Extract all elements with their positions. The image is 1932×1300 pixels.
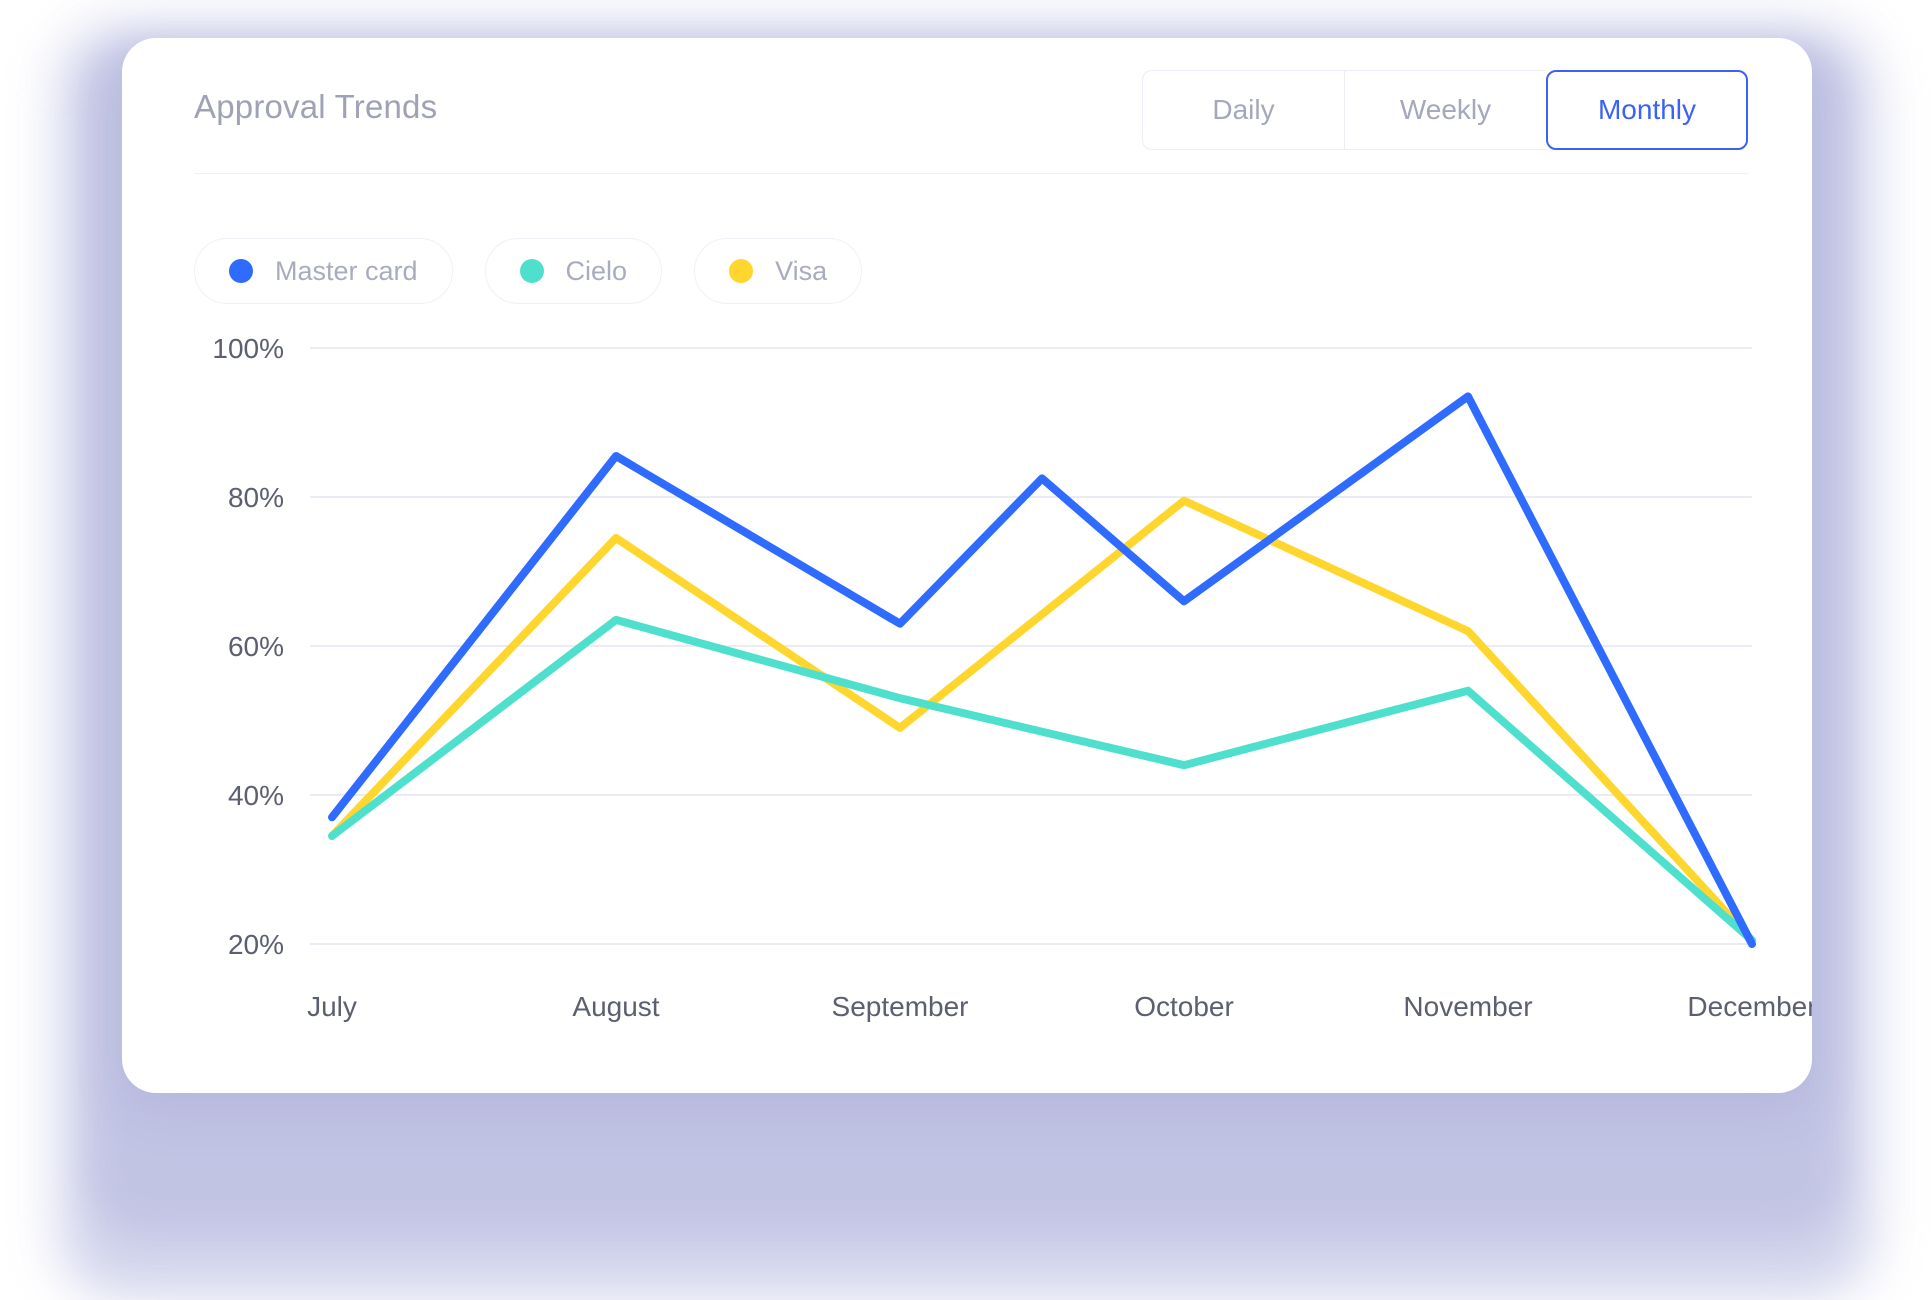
legend-dot-icon: [519, 259, 544, 283]
legend-item-label: Visa: [775, 255, 828, 286]
legend-item-label: Master card: [275, 255, 418, 286]
screenshot-root: Approval Trends Daily Weekly Monthly Mas…: [0, 0, 1932, 1300]
chart-series-line: [328, 496, 1756, 945]
x-axis-tick-label: August: [572, 991, 659, 1022]
tab-monthly[interactable]: Monthly: [1546, 70, 1748, 150]
legend-item-master-card[interactable]: Master card: [194, 238, 453, 304]
legend-dot-icon: [229, 259, 253, 283]
legend-item-visa[interactable]: Visa: [694, 238, 863, 304]
card-header: Approval Trends Daily Weekly Monthly: [122, 38, 1812, 178]
legend-item-label: Cielo: [565, 255, 628, 286]
range-tab-group: Daily Weekly Monthly: [1142, 70, 1748, 150]
approval-trends-card: Approval Trends Daily Weekly Monthly Mas…: [122, 38, 1812, 1093]
legend-dot-icon: [729, 259, 754, 283]
page-title: Approval Trends: [194, 88, 438, 125]
tab-weekly[interactable]: Weekly: [1344, 70, 1546, 150]
approval-trends-line-chart: 100% 80% 60% 40% 20% July August September Octob…: [212, 333, 1812, 1022]
x-axis-tick-label: November: [1403, 991, 1532, 1022]
chart-legend: Master card Cielo Visa: [194, 238, 863, 304]
y-axis-tick-label: 80%: [228, 482, 284, 513]
y-axis-tick-label: 20%: [228, 929, 284, 960]
legend-item-cielo[interactable]: Cielo: [484, 238, 663, 304]
y-axis-tick-label: 60%: [228, 631, 284, 662]
y-axis-tick-label: 100%: [212, 333, 284, 364]
y-axis-tick-label: 40%: [228, 780, 284, 811]
x-axis-tick-label: December: [1687, 991, 1812, 1022]
tab-daily[interactable]: Daily: [1142, 70, 1344, 150]
x-axis-tick-label: September: [832, 991, 969, 1022]
header-divider: [194, 173, 1748, 174]
chart-plot-area: 100% 80% 60% 40% 20% July August September Octob…: [122, 324, 1812, 1084]
chart-series-line: [328, 615, 1756, 945]
x-axis-tick-label: July: [307, 991, 357, 1022]
x-axis-tick-label: October: [1134, 991, 1234, 1022]
